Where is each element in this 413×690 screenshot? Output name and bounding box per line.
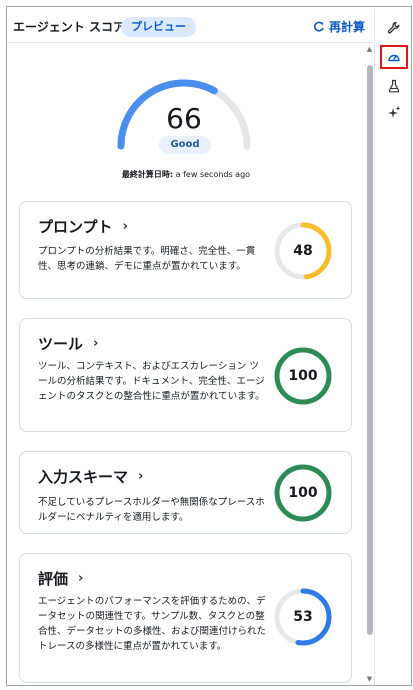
card-input-schema: 入力スキーマ › 不足しているプレースホルダーや無関係なプレースホルダーにペナル… [19, 451, 352, 534]
rating-badge: Good [159, 136, 211, 154]
refresh-icon [314, 21, 324, 32]
card-input-schema-title[interactable]: 入力スキーマ › [38, 466, 143, 487]
chevron-right-icon: › [138, 469, 144, 484]
card-evaluation-desc: エージェントのパフォーマンスを評価するための、データセットの関連性です。サンプル… [38, 596, 267, 652]
card-prompt-title[interactable]: プロンプト › [38, 216, 128, 237]
agent-score-panel: エージェント スコア プレビュー 再計算 66 Good 最終計算日時: a f… [7, 7, 375, 685]
card-tools-title-text: ツール [38, 335, 84, 353]
rail-ai-button[interactable] [380, 100, 408, 124]
card-evaluation-title[interactable]: 評価 › [38, 568, 83, 589]
panel-header: エージェント スコア プレビュー 再計算 [7, 7, 375, 43]
last-calculated-label: 最終計算日時: [121, 170, 174, 179]
gauge-icon [388, 54, 400, 62]
score-content[interactable]: 66 Good 最終計算日時: a few seconds ago プロンプト … [7, 44, 365, 685]
chevron-right-icon: › [93, 336, 99, 351]
card-prompt: プロンプト › プロンプトの分析結果です。明確さ、完全性、一貫性、思考の連鎖、デ… [19, 201, 352, 299]
card-tools-title[interactable]: ツール › [38, 333, 98, 354]
scroll-down-arrow[interactable]: ▼ [365, 675, 374, 683]
wrench-icon [387, 21, 400, 34]
tool-rail [376, 7, 411, 685]
rail-test-button[interactable] [380, 74, 408, 98]
tools-score-value: 100 [288, 368, 318, 384]
card-input-schema-score: 100 [273, 463, 333, 523]
card-tools-score: 100 [273, 346, 333, 406]
recalculate-label: 再計算 [328, 20, 365, 34]
scrollbar-thumb[interactable] [367, 65, 373, 635]
card-evaluation-title-text: 評価 [38, 570, 69, 588]
panel-title: エージェント スコア [13, 20, 125, 34]
card-prompt-desc: プロンプトの分析結果です。明確さ、完全性、一貫性、思考の連鎖、デモに重点が置かれ… [38, 246, 256, 272]
preview-badge: プレビュー [121, 17, 196, 37]
rail-tools-button[interactable] [380, 16, 408, 40]
recalculate-button[interactable]: 再計算 [313, 18, 365, 35]
card-evaluation-score: 53 [273, 587, 333, 647]
card-tools: ツール › ツール、コンテキスト、およびエスカレーション ツールの分析結果です。… [19, 318, 352, 432]
card-prompt-title-text: プロンプト [38, 218, 113, 236]
prompt-score-value: 48 [293, 243, 313, 259]
card-tools-desc: ツール、コンテキスト、およびエスカレーション ツールの分析結果です。ドキュメント… [38, 361, 265, 402]
sparkle-icon [388, 106, 401, 118]
card-input-schema-desc: 不足しているプレースホルダーや無関係なプレースホルダーにペナルティを適用します。 [38, 497, 265, 523]
overall-score: 66 [166, 102, 202, 135]
evaluation-score-value: 53 [293, 609, 313, 625]
rail-score-button[interactable] [380, 45, 408, 69]
card-prompt-score: 48 [273, 221, 333, 281]
chevron-right-icon: › [122, 219, 128, 234]
chevron-right-icon: › [78, 571, 84, 586]
agent-score-window: エージェント スコア プレビュー 再計算 66 Good 最終計算日時: a f… [6, 6, 412, 686]
flask-icon [388, 79, 400, 93]
card-input-schema-title-text: 入力スキーマ [38, 468, 129, 486]
card-evaluation: 評価 › エージェントのパフォーマンスを評価するための、データセットの関連性です… [19, 553, 352, 683]
scroll-up-arrow[interactable]: ▲ [365, 45, 374, 53]
input-schema-score-value: 100 [288, 485, 318, 501]
last-calculated-value: a few seconds ago [173, 170, 251, 179]
last-calculated: 最終計算日時: a few seconds ago [7, 169, 365, 180]
